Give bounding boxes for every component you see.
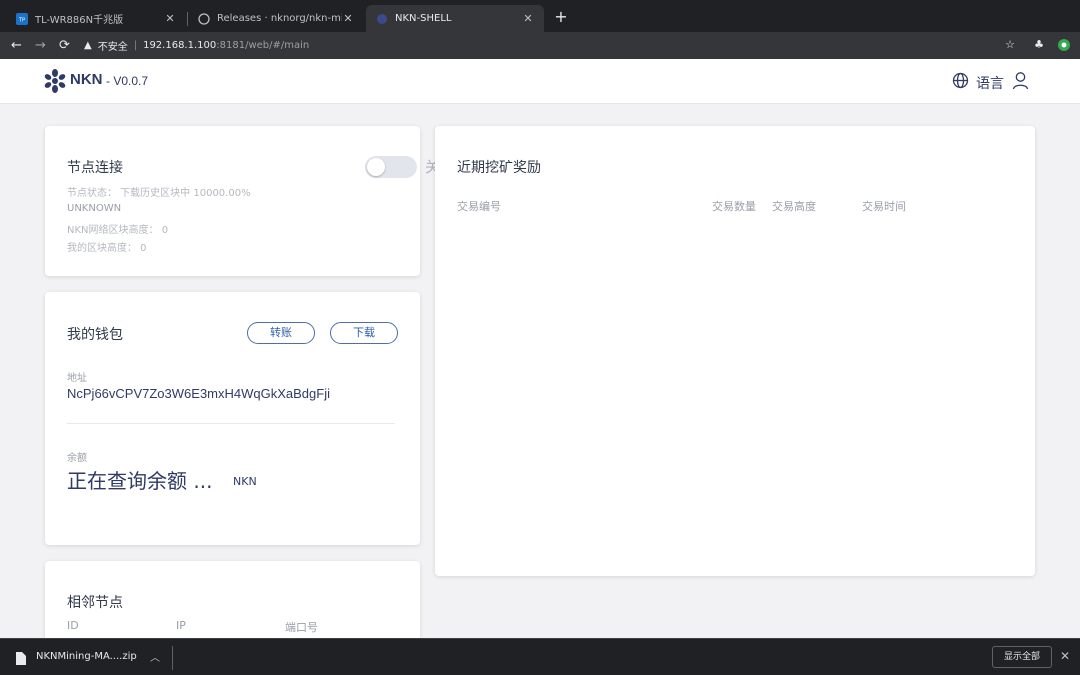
node-status: 节点状态： 下载历史区块中 10000.00%	[67, 188, 251, 199]
globe-icon[interactable]	[952, 72, 969, 89]
svg-text:TP: TP	[18, 17, 25, 23]
balance-value: 正在查询余额 ...	[67, 469, 213, 493]
address-separator: |	[133, 39, 138, 51]
close-icon[interactable]: ✕	[522, 12, 534, 25]
node-connection-toggle[interactable]	[365, 156, 417, 178]
column-header: 交易时间	[862, 200, 906, 213]
card-title: 节点连接	[67, 160, 123, 176]
close-icon[interactable]: ✕	[1060, 649, 1070, 663]
node-status-value: UNKNOWN	[67, 203, 122, 214]
browser-tab-strip: TP TL-WR886N千兆版 ✕ Releases · nknorg/nkn-…	[0, 0, 1080, 32]
divider	[67, 423, 395, 424]
download-bar: NKNMining-MA....zip ︿ 显示全部 ✕	[0, 638, 1080, 675]
nkn-logo-icon	[44, 69, 66, 93]
tp-link-favicon-icon: TP	[16, 12, 28, 25]
tab-title: NKN-SHELL	[395, 13, 452, 24]
close-icon[interactable]: ✕	[342, 12, 354, 25]
address-bar[interactable]: ▲ 不安全 | 192.168.1.100 :8181/web/#/main	[84, 37, 309, 53]
column-header: ID	[67, 619, 79, 632]
toggle-knob	[367, 158, 385, 176]
brand-name: NKN	[70, 71, 103, 88]
nkn-favicon-icon	[376, 13, 388, 25]
node-connection-card: 节点连接 关 节点状态： 下载历史区块中 10000.00% UNKNOWN N…	[45, 126, 440, 276]
address-label: 地址	[67, 373, 87, 384]
balance-unit: NKN	[233, 475, 257, 488]
tab-title: Releases · nknorg/nkn-mining	[217, 13, 342, 24]
app-version: - V0.0.7	[106, 74, 149, 88]
mining-rewards-card: 近期挖矿奖励 交易编号 交易数量 交易高度 交易时间	[435, 126, 1035, 576]
star-icon[interactable]: ☆	[1002, 37, 1018, 53]
profile-icon[interactable]	[1056, 37, 1072, 53]
column-header: 交易高度	[772, 200, 816, 213]
divider	[172, 646, 173, 670]
wallet-address: NcPj66vCPV7Zo3W6E3mxH4WqGkXaBdgFji	[67, 386, 330, 401]
tab-title: TL-WR886N千兆版	[35, 15, 124, 26]
address-path: :8181/web/#/main	[216, 39, 310, 51]
close-icon[interactable]: ✕	[164, 12, 176, 25]
extension-icon[interactable]: ♣	[1031, 37, 1047, 53]
wallet-card: 我的钱包 转账 下载 地址 NcPj66vCPV7Zo3W6E3mxH4WqGk…	[45, 292, 420, 545]
column-header: IP	[176, 619, 186, 632]
show-all-button[interactable]: 显示全部	[992, 646, 1052, 668]
app-header: NKN - V0.0.7 语言	[0, 59, 1080, 104]
address-host: 192.168.1.100	[143, 39, 217, 51]
card-title: 我的钱包	[67, 327, 123, 343]
browser-tab-nkn-shell[interactable]: NKN-SHELL ✕	[366, 5, 544, 32]
my-block-height: 我的区块高度： 0	[67, 243, 147, 254]
column-header: 交易编号	[457, 200, 501, 213]
column-header: 交易数量	[712, 200, 756, 213]
network-block-height: NKN网络区块高度： 0	[67, 225, 169, 236]
warning-icon: ▲	[84, 39, 92, 51]
back-icon[interactable]: ←	[8, 37, 25, 54]
browser-tab-router[interactable]: TP TL-WR886N千兆版 ✕	[6, 5, 186, 32]
browser-tab-github[interactable]: Releases · nknorg/nkn-mining ✕	[188, 5, 364, 32]
transfer-button[interactable]: 转账	[247, 322, 315, 344]
user-icon[interactable]	[1012, 71, 1029, 90]
chevron-up-icon[interactable]: ︿	[150, 649, 160, 664]
forward-icon[interactable]: →	[32, 37, 49, 54]
download-filename[interactable]: NKNMining-MA....zip	[36, 651, 137, 662]
balance-label: 余额	[67, 453, 87, 464]
card-title: 相邻节点	[67, 595, 123, 611]
github-favicon-icon	[198, 12, 210, 25]
new-tab-button[interactable]: +	[552, 8, 570, 26]
column-header: 端口号	[285, 621, 318, 634]
file-icon	[16, 650, 26, 665]
reload-icon[interactable]: ⟳	[56, 37, 73, 54]
card-title: 近期挖矿奖励	[457, 160, 541, 176]
download-button[interactable]: 下载	[330, 322, 398, 344]
language-switch[interactable]: 语言	[976, 73, 1004, 93]
insecure-label: 不安全	[97, 41, 128, 53]
